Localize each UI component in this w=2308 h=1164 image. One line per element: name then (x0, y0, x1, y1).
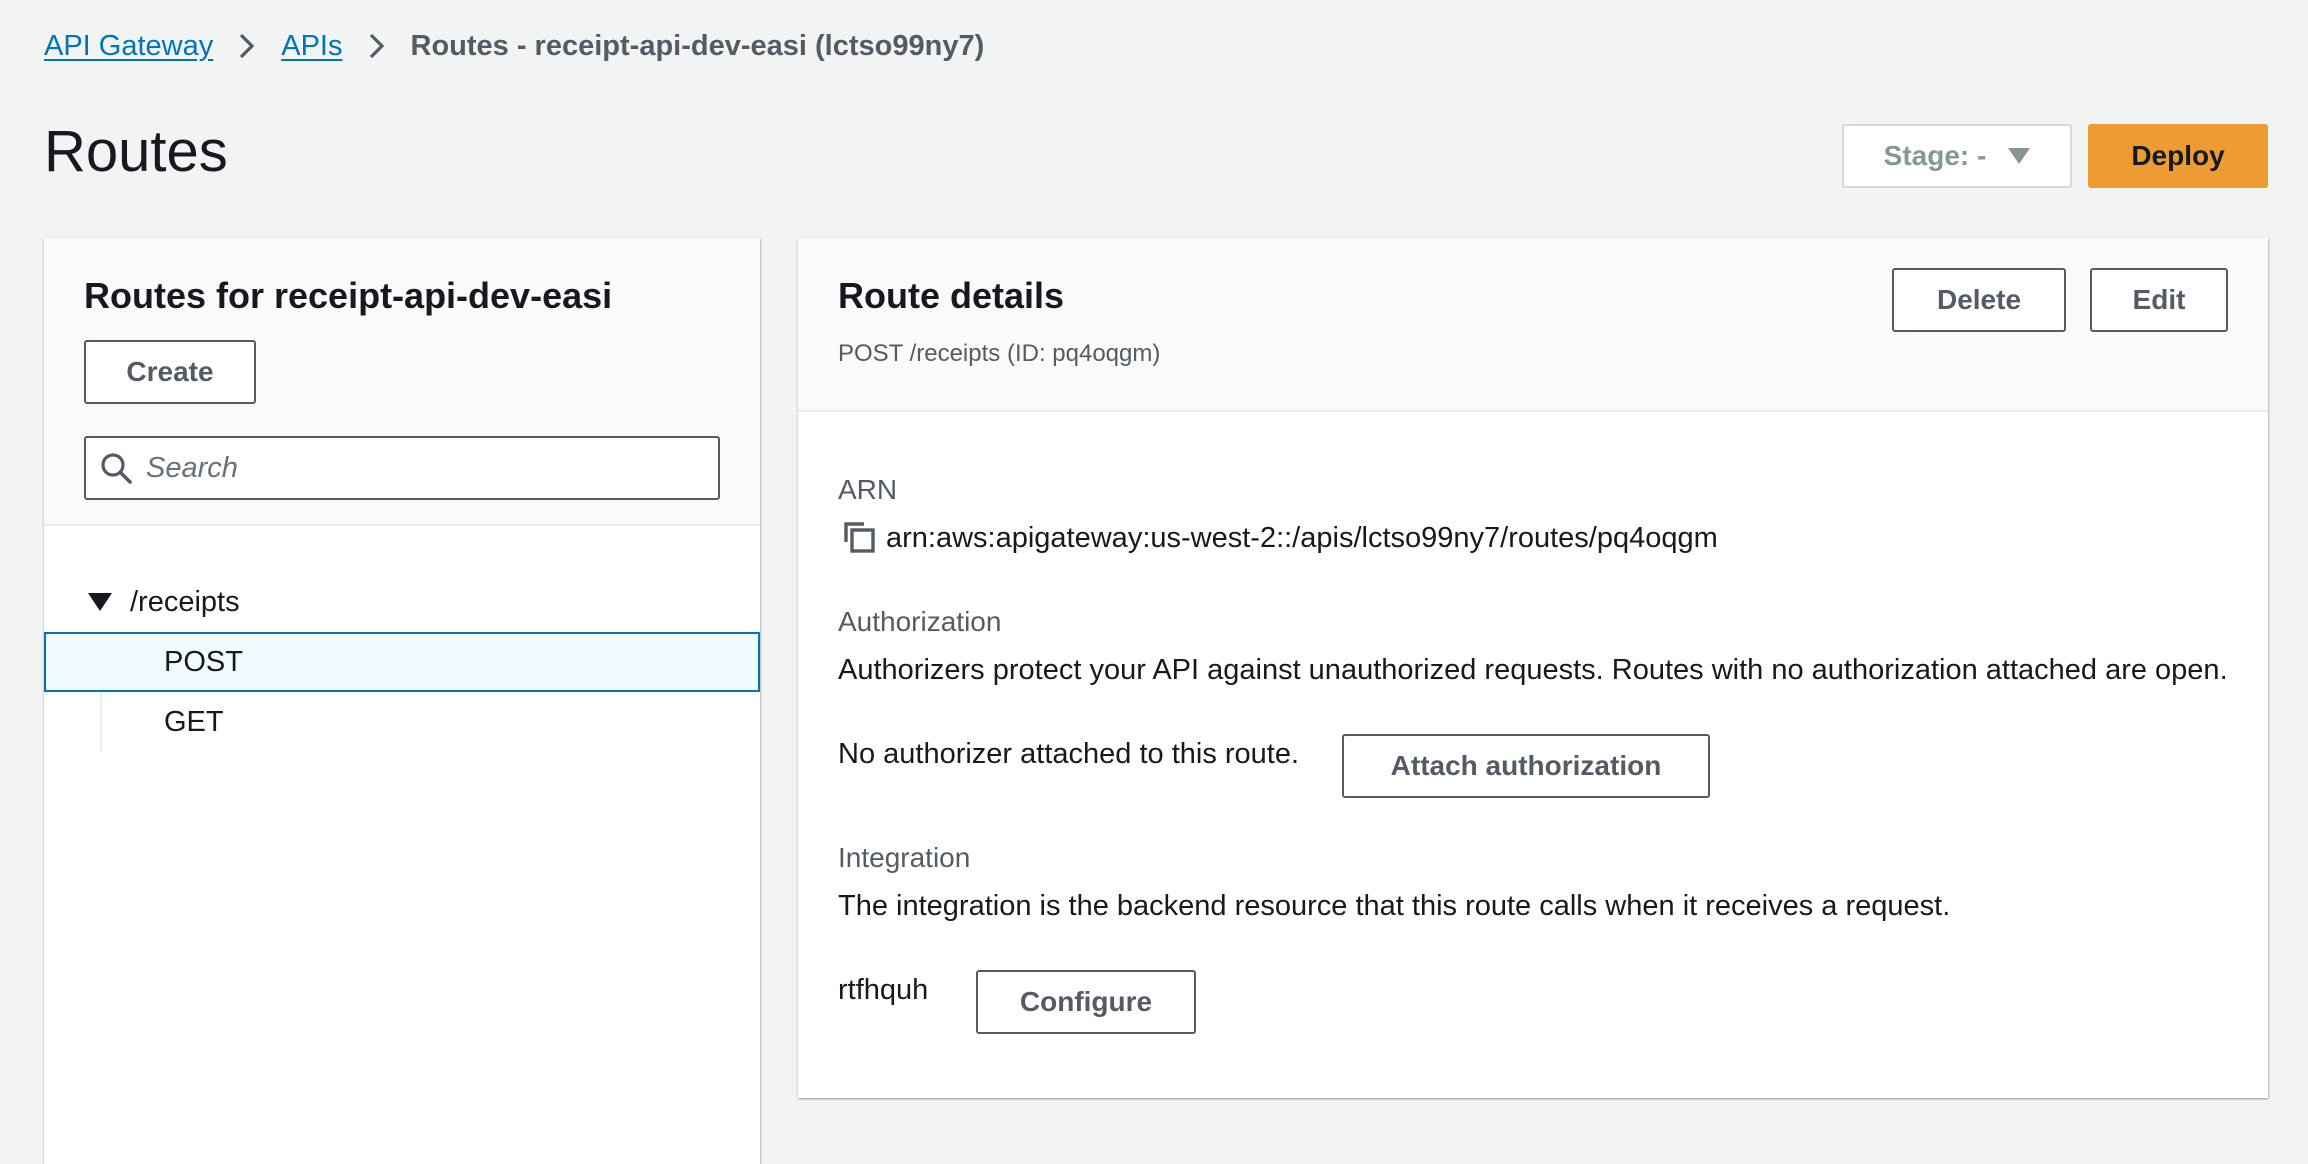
chevron-right-icon (357, 26, 397, 66)
tree-item-post[interactable]: POST (44, 632, 760, 692)
delete-button[interactable]: Delete (1892, 268, 2066, 332)
tree-group-label: /receipts (130, 585, 240, 618)
tree-guide-line (100, 692, 102, 752)
route-details-panel: Route details POST /receipts (ID: pq4oqg… (798, 238, 2268, 1098)
stage-select[interactable]: Stage: - (1842, 124, 2072, 188)
routes-panel: Routes for receipt-api-dev-easi Create /… (44, 238, 760, 1164)
chevron-right-icon (227, 26, 267, 66)
arn-row: arn:aws:apigateway:us-west-2::/apis/lcts… (842, 520, 1718, 556)
arn-value: arn:aws:apigateway:us-west-2::/apis/lcts… (886, 521, 1718, 554)
integration-label: Integration (838, 842, 971, 873)
routes-panel-header: Routes for receipt-api-dev-easi Create (44, 238, 760, 526)
edit-button[interactable]: Edit (2090, 268, 2228, 332)
integration-id: rtfhquh (838, 974, 929, 1006)
search-icon (86, 438, 146, 498)
copy-icon[interactable] (842, 520, 878, 556)
authorization-label: Authorization (838, 606, 1002, 637)
breadcrumb-apis-link[interactable]: APIs (281, 30, 342, 63)
arn-label: ARN (838, 474, 898, 505)
route-details-header: Route details POST /receipts (ID: pq4oqg… (798, 238, 2268, 412)
search-input[interactable] (146, 440, 718, 496)
tree-item-get[interactable]: GET (44, 692, 760, 752)
attach-authorization-button[interactable]: Attach authorization (1342, 734, 1710, 798)
breadcrumb-current: Routes - receipt-api-dev-easi (lctso99ny… (410, 29, 985, 62)
breadcrumb-api-gateway-link[interactable]: API Gateway (44, 30, 213, 63)
search-box (84, 436, 720, 500)
route-details-subtitle: POST /receipts (ID: pq4oqgm) (838, 340, 1161, 367)
routes-panel-title: Routes for receipt-api-dev-easi (84, 275, 613, 316)
page: API Gateway APIs Routes - receipt-api-de… (0, 0, 2308, 1164)
tree-group-receipts[interactable]: /receipts (44, 572, 760, 632)
stage-select-label: Stage: - (1883, 140, 1987, 171)
configure-button[interactable]: Configure (976, 970, 1196, 1034)
caret-down-icon (2008, 148, 2031, 164)
routes-tree: /receipts POST GET (44, 572, 760, 752)
caret-down-icon (88, 593, 112, 611)
route-details-title: Route details (838, 275, 1065, 316)
breadcrumb: API Gateway APIs Routes - receipt-api-de… (44, 26, 984, 66)
authorization-description: Authorizers protect your API against una… (838, 654, 2228, 686)
tree-item-label: GET (164, 705, 224, 738)
page-title: Routes (44, 119, 228, 184)
authorization-status: No authorizer attached to this route. (838, 738, 1300, 770)
create-button[interactable]: Create (84, 340, 256, 404)
deploy-button[interactable]: Deploy (2088, 124, 2268, 188)
integration-description: The integration is the backend resource … (838, 890, 1951, 922)
tree-item-label: POST (164, 645, 243, 678)
